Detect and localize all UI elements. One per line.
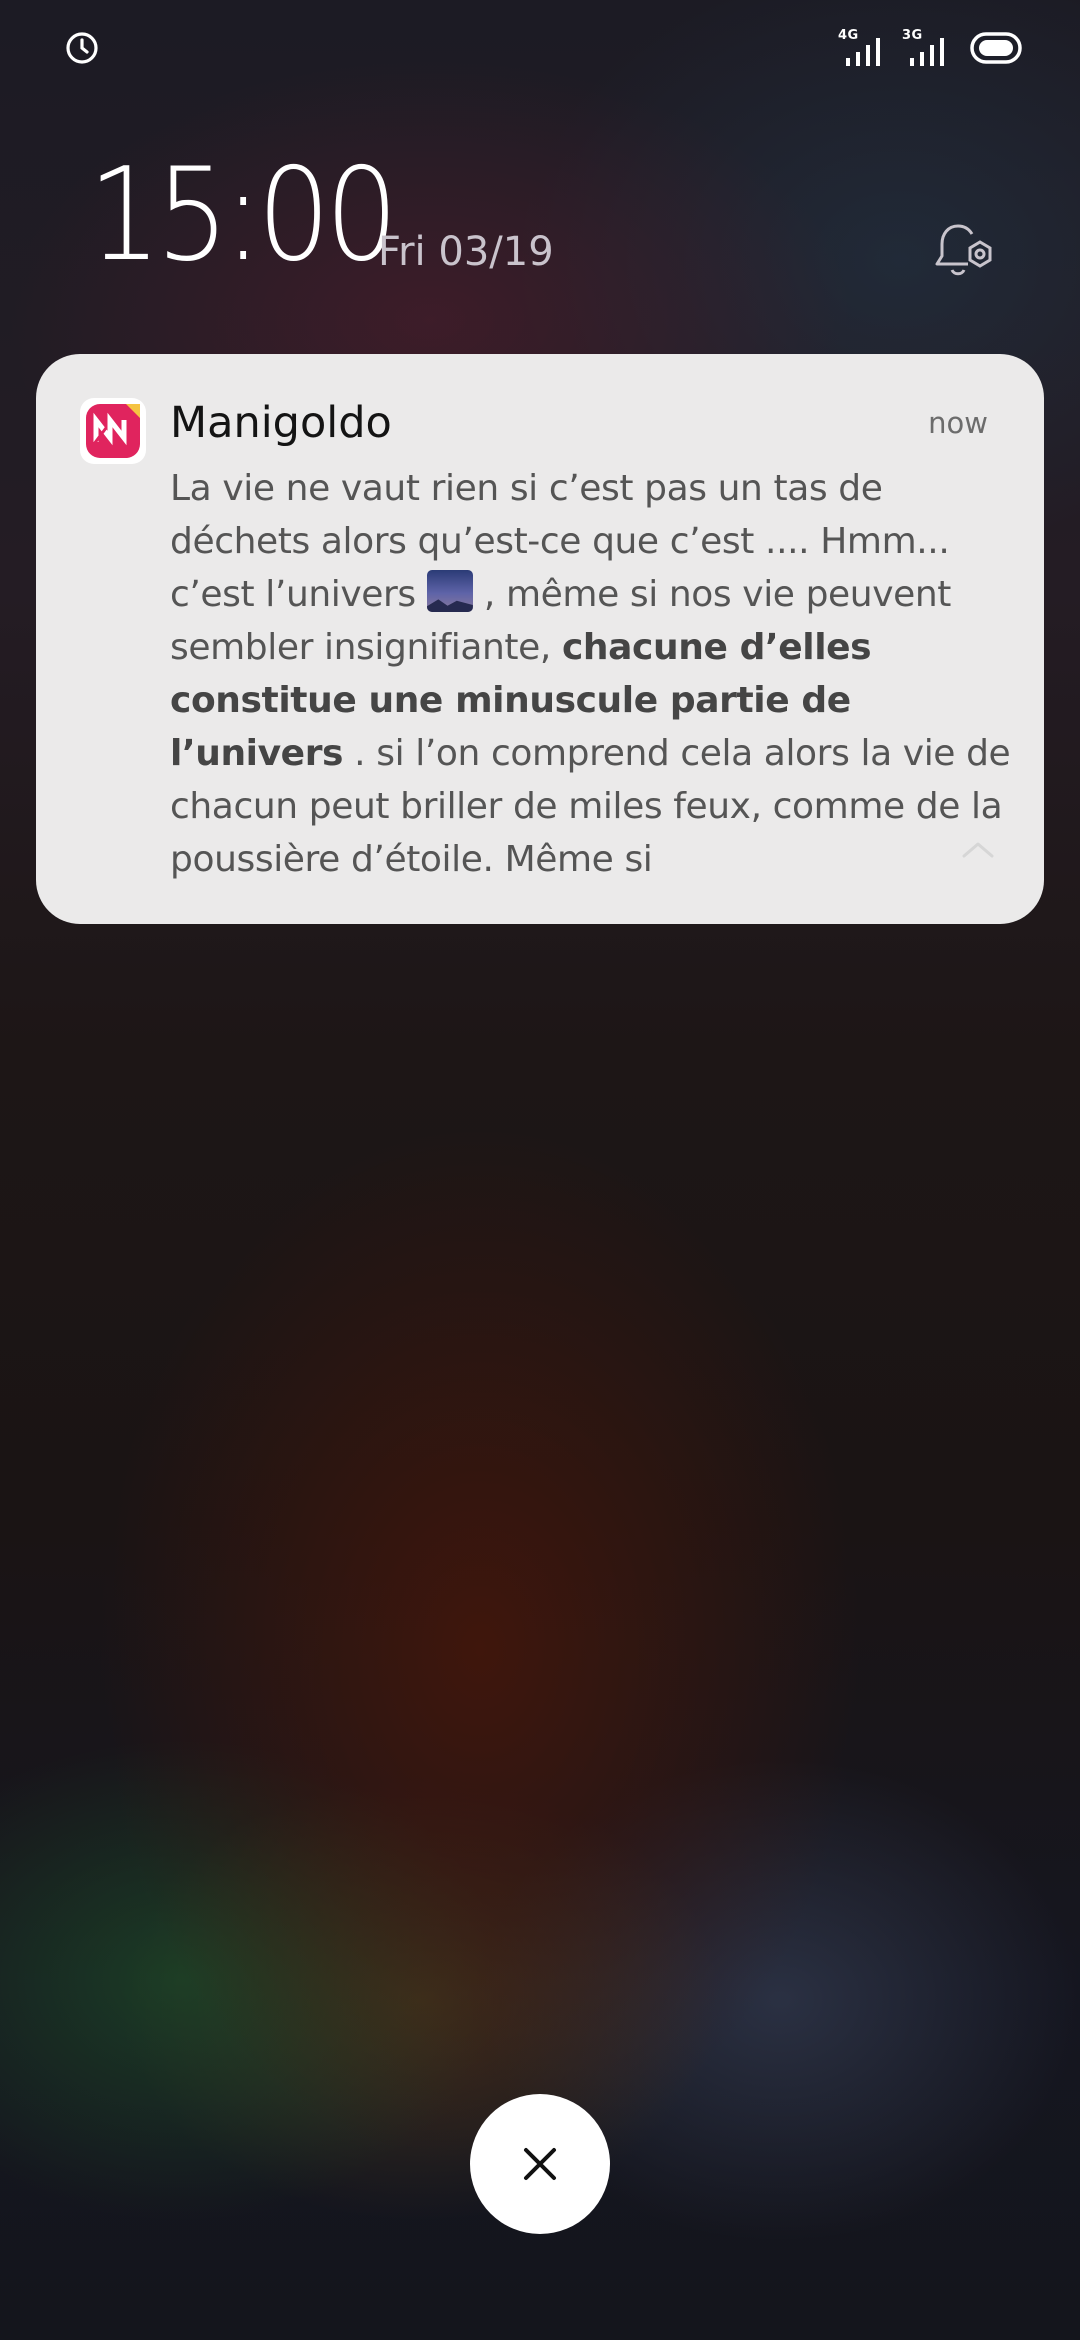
chevron-up-icon[interactable] [956, 836, 1000, 862]
status-bar: 4G 3G [0, 0, 1080, 96]
manigoldo-app-icon [80, 398, 146, 464]
alarm-clock-icon [66, 32, 98, 64]
battery-icon [970, 32, 1022, 64]
lockscreen-date: Fri 03/19 [378, 229, 554, 275]
notification-app-name: Manigoldo [170, 398, 392, 448]
signal-4g-icon: 4G [838, 28, 894, 68]
close-icon [524, 2148, 556, 2180]
bell-settings-icon[interactable] [932, 220, 996, 280]
lockscreen-clock: 15:00 [88, 141, 398, 290]
notification-message: La vie ne vaut rien si c’est pas un tas … [170, 462, 1026, 886]
notification-timestamp: now [928, 406, 988, 440]
dismiss-notifications-button[interactable] [470, 2094, 610, 2234]
signal-3g-icon: 3G [902, 28, 958, 68]
night-with-stars-emoji [426, 570, 473, 612]
notification-card[interactable]: Manigoldo now La vie ne vaut rien si c’e… [36, 354, 1044, 924]
